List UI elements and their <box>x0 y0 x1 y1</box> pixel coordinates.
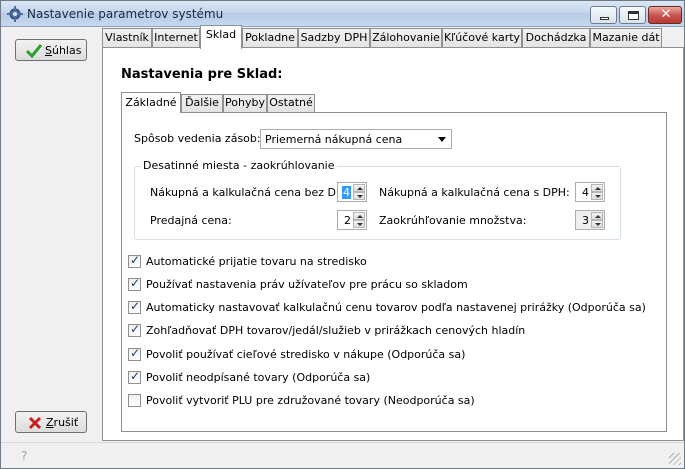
window-title: Nastavenie parametrov systému <box>27 7 224 21</box>
checkmark-icon: ✓ <box>130 253 141 267</box>
title-bar[interactable]: Nastavenie parametrov systému ✕ <box>1 1 684 27</box>
stock-method-select[interactable]: Priemerná nákupná cena <box>260 129 452 149</box>
checkbox[interactable]: ✓ <box>128 346 141 361</box>
left-button-panel: Súhlas Zrušiť <box>1 27 101 442</box>
quantity-rounding-stepper[interactable]: 3 <box>575 210 605 230</box>
option-label: Používať nastavenia práv užívateľov pre … <box>146 278 468 291</box>
checkbox[interactable]: ✓ <box>128 322 141 337</box>
decimals-group-legend: Desatinné miesta - zaokrúhlovanie <box>141 159 337 172</box>
help-icon: ? <box>21 449 28 463</box>
minimize-icon <box>600 17 609 20</box>
cancel-button[interactable]: Zrušiť <box>15 411 87 433</box>
checkmark-icon: ✓ <box>130 369 141 383</box>
tab-pokladne[interactable]: Pokladne <box>242 28 298 48</box>
purchase-net-value: 4 <box>342 186 351 199</box>
checkbox[interactable]: ✓ <box>128 369 141 384</box>
stock-method-value: Priemerná nákupná cena <box>265 133 403 146</box>
cancel-label: Zrušiť <box>46 416 79 429</box>
checkbox[interactable]: ✓ <box>128 253 141 268</box>
close-button[interactable]: ✕ <box>648 6 682 24</box>
maximize-icon <box>628 11 639 20</box>
quantity-rounding-label: Zaokrúhľovanie množstva: <box>379 214 527 227</box>
minimize-button[interactable] <box>590 6 617 24</box>
maximize-button[interactable] <box>619 6 646 24</box>
confirm-button[interactable]: Súhlas <box>15 39 87 61</box>
close-icon: ✕ <box>660 7 672 22</box>
section-title: Nastavenia pre Sklad: <box>121 67 283 82</box>
stock-method-label: Spôsob vedenia zásob: <box>134 132 261 145</box>
stepper-down-icon[interactable] <box>591 192 603 200</box>
subtab-content-zakladne: Spôsob vedenia zásob: Priemerná nákupná … <box>121 112 667 432</box>
sale-price-value: 2 <box>344 214 351 227</box>
option-label: Povoliť používať cieľové stredisko v nák… <box>146 348 466 361</box>
confirm-label: Súhlas <box>45 44 82 57</box>
purchase-net-stepper[interactable]: 4 <box>337 182 367 202</box>
option-label: Automaticky nastavovať kalkulačnú cenu t… <box>146 301 646 314</box>
tab-sklad[interactable]: Sklad <box>200 25 242 49</box>
checkbox[interactable]: ✓ <box>128 276 141 291</box>
resize-grip-icon[interactable] <box>669 453 681 465</box>
checkmark-icon: ✓ <box>130 299 141 313</box>
stepper-down-icon[interactable] <box>591 220 603 228</box>
checkbox[interactable] <box>128 394 141 407</box>
subtab-zakladne[interactable]: Základné <box>121 92 181 113</box>
option-label: Povoliť neodpísané tovary (Odporúča sa) <box>146 371 371 384</box>
option-label: Povoliť vytvoriť PLU pre združované tova… <box>146 394 475 407</box>
stepper-up-icon[interactable] <box>591 212 603 220</box>
checkmark-icon: ✓ <box>130 276 141 290</box>
gear-icon <box>7 6 23 22</box>
purchase-gross-label: Nákupná a kalkulačná cena s DPH: <box>379 186 570 199</box>
subtab-pohyby[interactable]: Pohyby <box>223 94 267 112</box>
purchase-net-label: Nákupná a kalkulačná cena bez DPH: <box>150 186 355 199</box>
tab-vlastnik[interactable]: Vlastník <box>102 28 152 48</box>
tab-internet[interactable]: Internet <box>152 28 200 48</box>
sale-price-label: Predajná cena: <box>150 214 232 227</box>
tab-dochadzka[interactable]: Dochádzka <box>522 28 590 48</box>
stepper-down-icon[interactable] <box>353 192 365 200</box>
subtab-dalsie[interactable]: Ďalšie <box>181 94 223 112</box>
chevron-down-icon <box>438 137 446 142</box>
sale-price-stepper[interactable]: 2 <box>337 210 367 230</box>
purchase-gross-stepper[interactable]: 4 <box>575 182 605 202</box>
checkbox[interactable]: ✓ <box>128 299 141 314</box>
checkmark-icon <box>26 44 42 58</box>
tab-zalohovanie[interactable]: Zálohovanie <box>370 28 442 48</box>
tab-klucove-karty[interactable]: Kľúčové karty <box>442 28 522 48</box>
tab-sadzby-dph[interactable]: Sadzby DPH <box>298 28 370 48</box>
stepper-up-icon[interactable] <box>591 184 603 192</box>
tab-mazanie-dat[interactable]: Mazanie dát <box>590 28 662 48</box>
checkmark-icon: ✓ <box>130 322 141 336</box>
stepper-up-icon[interactable] <box>353 184 365 192</box>
decimals-group: Desatinné miesta - zaokrúhlovanie Nákupn… <box>134 159 621 240</box>
stepper-up-icon[interactable] <box>353 212 365 220</box>
quantity-rounding-value: 3 <box>582 214 589 227</box>
purchase-gross-value: 4 <box>582 186 589 199</box>
subtab-ostatne[interactable]: Ostatné <box>267 94 315 112</box>
checkmark-icon: ✓ <box>130 346 141 360</box>
status-bar: ? <box>1 442 684 468</box>
stepper-down-icon[interactable] <box>353 220 365 228</box>
option-label: Automatické prijatie tovaru na stredisko <box>146 255 367 268</box>
settings-window: Nastavenie parametrov systému ✕ Súhlas Z… <box>0 0 685 469</box>
option-label: Zohľadňovať DPH tovarov/jedál/služieb v … <box>146 324 526 337</box>
tab-content-sklad: Nastavenia pre Sklad: Základné Ďalšie Po… <box>102 47 684 441</box>
x-icon <box>28 416 42 430</box>
